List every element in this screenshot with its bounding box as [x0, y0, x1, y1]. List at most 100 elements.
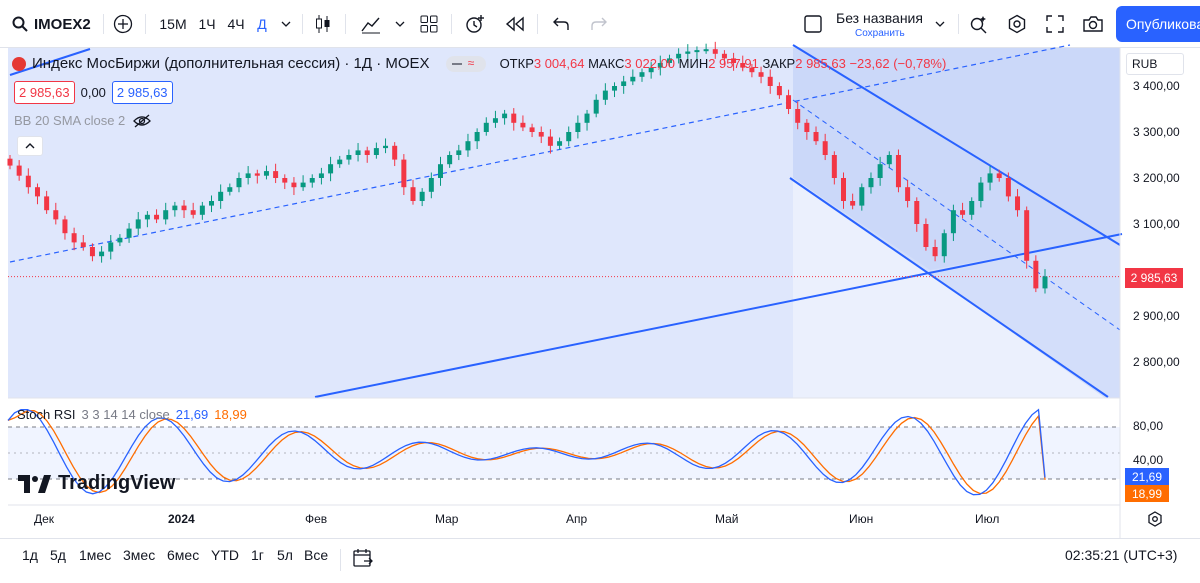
- candle-body: [419, 191, 425, 201]
- candle-body: [218, 191, 224, 201]
- candle-body: [950, 210, 956, 234]
- range-3m[interactable]: 3мес: [123, 547, 155, 563]
- price-tick: 3 400,00: [1133, 79, 1180, 93]
- candle-body: [538, 132, 544, 137]
- candle-body: [859, 187, 865, 206]
- quote-pills: 2 985,63 0,00 2 985,63: [14, 81, 173, 104]
- legend-collapse-button[interactable]: [17, 136, 43, 156]
- current-price-badge: 2 985,63: [1125, 268, 1183, 288]
- candle-body: [428, 178, 434, 192]
- open-value: 3 004,64: [533, 56, 585, 71]
- candle-body: [987, 173, 993, 183]
- candle-body: [502, 113, 508, 119]
- candle-body: [1042, 276, 1048, 289]
- series-toggle[interactable]: ≈: [445, 55, 486, 72]
- candle-body: [685, 51, 691, 54]
- stoch-d-badge: 18,99: [1125, 485, 1169, 502]
- candle-body: [767, 76, 773, 86]
- candle-body: [71, 233, 77, 243]
- candle-body: [831, 155, 837, 178]
- chart-canvas[interactable]: [0, 0, 1200, 538]
- candle-body: [1005, 178, 1011, 197]
- clock-timezone[interactable]: 02:35:21 (UTC+3): [1065, 547, 1177, 563]
- time-tick: Май: [715, 512, 739, 526]
- indicator-label[interactable]: BB 20 SMA close 2: [14, 113, 125, 128]
- candle-body: [877, 164, 883, 178]
- eye-off-icon[interactable]: [133, 114, 152, 128]
- range-ytd[interactable]: YTD: [211, 547, 239, 563]
- candle-body: [181, 205, 187, 211]
- candle-body: [209, 201, 215, 206]
- stoch-d-value: 18,99: [214, 407, 247, 422]
- candle-body: [529, 127, 535, 132]
- candle-body: [465, 141, 471, 151]
- candle-body: [172, 205, 178, 211]
- candle-body: [309, 178, 315, 183]
- candle-body: [346, 155, 352, 160]
- range-all[interactable]: Все: [304, 547, 328, 563]
- candle-body: [923, 224, 929, 247]
- candle-body: [520, 122, 526, 128]
- candle-body: [89, 247, 95, 257]
- bottom-toolbar: 1д 5д 1мес 3мес 6мес YTD 1г 5л Все 02:35…: [0, 538, 1200, 583]
- price-tick: 3 300,00: [1133, 125, 1180, 139]
- range-1m[interactable]: 1мес: [79, 547, 111, 563]
- currency-label: RUB: [1132, 57, 1158, 71]
- price-tick: 2 800,00: [1133, 355, 1180, 369]
- open-label: ОТКР: [499, 56, 534, 71]
- go-to-date-button[interactable]: [352, 547, 374, 574]
- candle-body: [25, 175, 31, 188]
- candle-body: [786, 95, 792, 109]
- low-value: 2 957,91: [708, 56, 759, 71]
- candle-body: [868, 178, 874, 188]
- axis-settings-button[interactable]: [1147, 511, 1163, 532]
- change-value: −23,62 (−0,78%): [849, 56, 947, 71]
- candle-body: [758, 72, 764, 77]
- time-tick: Апр: [566, 512, 588, 526]
- candle-body: [117, 237, 123, 243]
- candle-body: [795, 109, 801, 123]
- range-1d[interactable]: 1д: [22, 547, 38, 563]
- ohlc-values: ОТКР3 004,64 МАКС3 022,00 МИН2 957,91 ЗА…: [500, 56, 947, 71]
- candle-body: [1015, 196, 1021, 211]
- candle-body: [80, 242, 86, 247]
- range-6m[interactable]: 6мес: [167, 547, 199, 563]
- candle-body: [483, 122, 489, 132]
- stoch-label[interactable]: Stoch RSI: [17, 407, 76, 422]
- series-legend: Индекс МосБиржи (дополнительная сессия) …: [12, 55, 946, 72]
- range-5d[interactable]: 5д: [50, 547, 66, 563]
- candle-body: [53, 210, 59, 220]
- candle-body: [99, 251, 105, 257]
- candle-body: [547, 136, 553, 146]
- series-title[interactable]: Индекс МосБиржи (дополнительная сессия) …: [32, 55, 430, 72]
- candle-body: [282, 178, 288, 183]
- ask-pill[interactable]: 2 985,63: [111, 81, 173, 104]
- close-label: ЗАКР: [762, 56, 796, 71]
- candle-body: [932, 247, 938, 257]
- candle-body: [996, 173, 1002, 178]
- candle-body: [401, 159, 407, 188]
- candle-body: [822, 141, 828, 155]
- currency-select[interactable]: RUB: [1126, 53, 1184, 75]
- candle-body: [291, 182, 297, 188]
- bid-pill[interactable]: 2 985,63: [14, 81, 75, 104]
- time-tick: Фев: [305, 512, 328, 526]
- candle-body: [492, 118, 498, 123]
- close-value: 2 985,63: [795, 56, 846, 71]
- candle-body: [190, 210, 196, 215]
- symbol-logo-icon: [12, 56, 26, 71]
- candle-body: [850, 201, 856, 206]
- candle-body: [373, 148, 379, 155]
- candle-body: [584, 113, 590, 123]
- candle-body: [566, 132, 572, 142]
- low-label: МИН: [678, 56, 709, 71]
- candle-body: [144, 214, 150, 220]
- tradingview-watermark[interactable]: TradingView: [18, 472, 175, 495]
- range-5y[interactable]: 5л: [277, 547, 293, 563]
- range-1y[interactable]: 1г: [251, 547, 264, 563]
- candle-body: [126, 228, 132, 238]
- indicator-legend: BB 20 SMA close 2: [14, 113, 152, 128]
- candle-body: [602, 90, 608, 100]
- chevron-up-icon: [25, 143, 35, 149]
- candle-body: [163, 210, 169, 220]
